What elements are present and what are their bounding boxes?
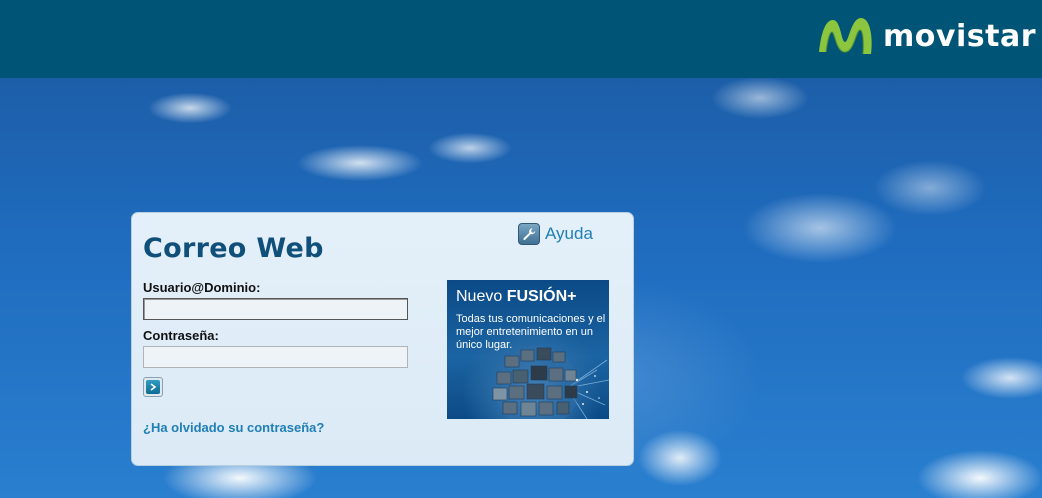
promo-title-regular: Nuevo bbox=[456, 288, 503, 305]
arrow-right-icon bbox=[146, 380, 160, 394]
username-field[interactable] bbox=[143, 298, 408, 320]
movistar-m-icon bbox=[813, 12, 877, 60]
brand-logo[interactable]: movistar bbox=[813, 12, 1036, 60]
password-label: Contraseña: bbox=[143, 328, 219, 343]
username-label: Usuario@Dominio: bbox=[143, 280, 261, 295]
help-link[interactable]: Ayuda bbox=[518, 223, 593, 245]
top-header-bar: movistar bbox=[0, 0, 1042, 78]
help-label: Ayuda bbox=[545, 224, 593, 243]
login-panel: Correo Web Ayuda Usuario@Dominio: Contra… bbox=[131, 212, 634, 466]
forgot-password-link[interactable]: ¿Ha olvidado su contraseña? bbox=[143, 420, 324, 435]
promo-title-bold: FUSIÓN+ bbox=[506, 288, 577, 305]
page-title: Correo Web bbox=[143, 233, 324, 264]
password-field[interactable] bbox=[143, 346, 408, 368]
promo-body: Todas tus comunicaciones y el mejor entr… bbox=[456, 313, 606, 351]
wrench-icon bbox=[518, 223, 540, 245]
brand-name: movistar bbox=[883, 18, 1036, 54]
promo-banner[interactable]: Nuevo FUSIÓN+ Todas tus comunicaciones y… bbox=[447, 280, 609, 419]
login-submit-button[interactable] bbox=[143, 377, 163, 397]
promo-title: Nuevo FUSIÓN+ bbox=[456, 288, 577, 306]
